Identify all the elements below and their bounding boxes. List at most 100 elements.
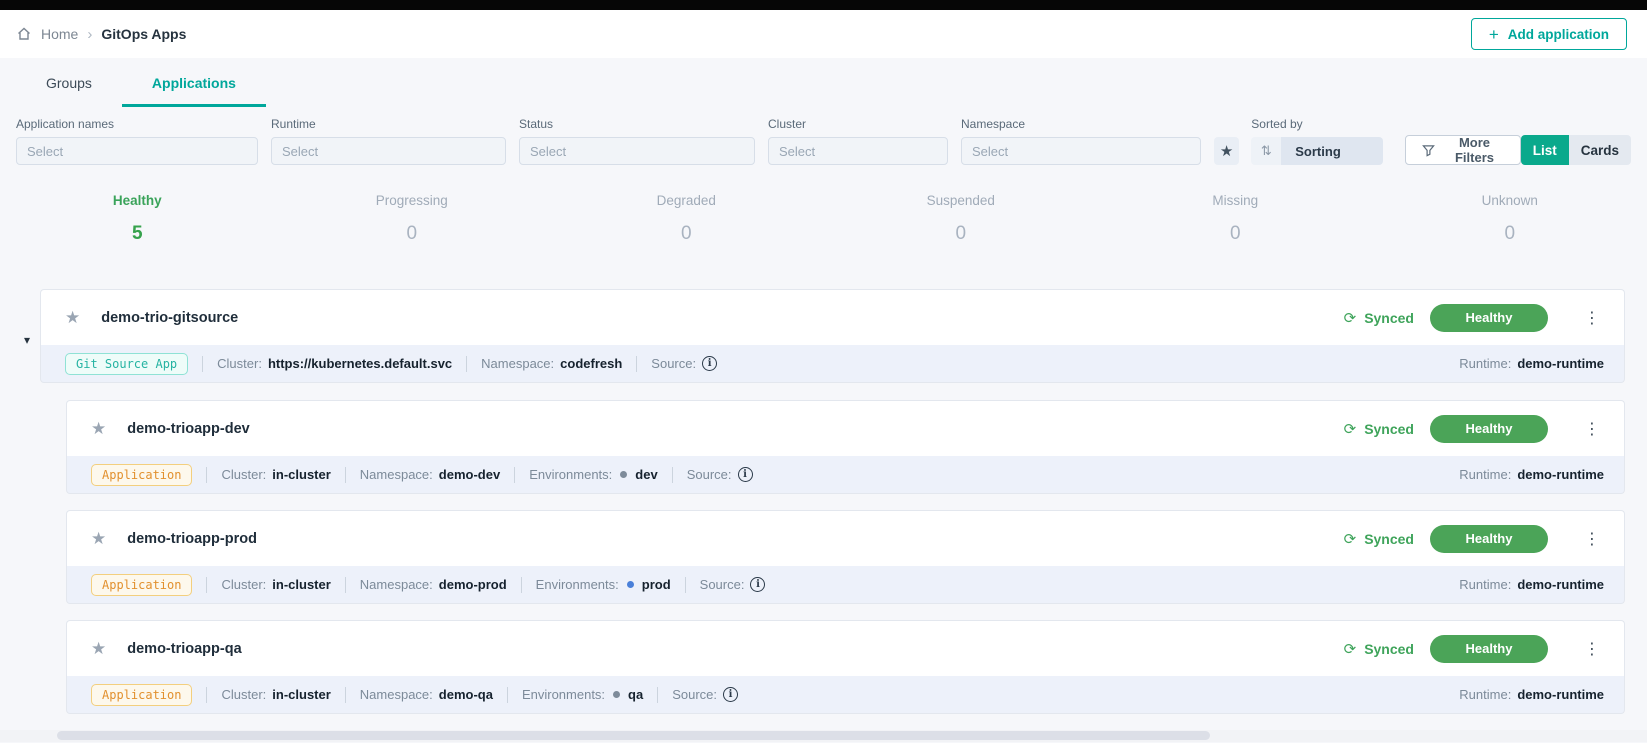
sync-status[interactable]: ⟳ Synced <box>1344 640 1414 658</box>
environments-label: Environments: <box>529 467 612 482</box>
sync-label: Synced <box>1364 310 1414 326</box>
cluster-label: Cluster: <box>221 577 266 592</box>
app-name-link[interactable]: demo-trioapp-qa <box>127 641 241 657</box>
source-field: Source: i <box>687 467 753 482</box>
filter-label: Cluster <box>768 117 948 131</box>
divider <box>507 687 508 703</box>
summary-unknown[interactable]: Unknown 0 <box>1373 193 1647 245</box>
favorite-star-icon[interactable]: ★ <box>65 308 80 328</box>
divider <box>345 687 346 703</box>
app-type-tag: Application <box>91 684 192 706</box>
app-name-link[interactable]: demo-trioapp-prod <box>127 531 257 547</box>
summary-missing[interactable]: Missing 0 <box>1098 193 1373 245</box>
sync-status[interactable]: ⟳ Synced <box>1344 530 1414 548</box>
environment-dot-icon <box>627 581 634 588</box>
runtime-field: Runtime: demo-runtime <box>1459 577 1608 592</box>
cluster-value: https://kubernetes.default.svc <box>268 356 452 371</box>
applications-list: ▾ ★ demo-trio-gitsource ⟳ Synced Healthy… <box>0 289 1647 714</box>
filter-label: Namespace <box>961 117 1201 131</box>
app-row-main[interactable]: ★ demo-trioapp-dev ⟳ Synced Healthy ⋮ <box>66 400 1625 456</box>
favorite-star-icon[interactable]: ★ <box>91 419 106 439</box>
runtime-value: demo-runtime <box>1517 467 1604 482</box>
namespace-field: Namespace: codefresh <box>481 356 622 371</box>
sync-icon: ⟳ <box>1344 309 1357 327</box>
more-filters-button[interactable]: More Filters <box>1405 135 1520 165</box>
runtime-select[interactable] <box>271 137 506 165</box>
health-status-badge[interactable]: Healthy <box>1430 415 1548 443</box>
cluster-value: in-cluster <box>272 687 331 702</box>
home-icon[interactable] <box>16 26 32 42</box>
summary-label: Healthy <box>0 193 275 208</box>
collapse-caret-icon[interactable]: ▾ <box>24 333 30 347</box>
filter-label: Status <box>519 117 755 131</box>
namespace-field: Namespace: demo-dev <box>360 467 500 482</box>
sorting-value[interactable]: Sorting <box>1281 137 1383 165</box>
info-icon[interactable]: i <box>702 356 717 371</box>
summary-suspended[interactable]: Suspended 0 <box>824 193 1099 245</box>
row-status-area: ⟳ Synced Healthy ⋮ <box>1344 304 1600 332</box>
application-names-select[interactable] <box>16 137 258 165</box>
app-name-link[interactable]: demo-trioapp-dev <box>127 421 249 437</box>
app-row-main[interactable]: ★ demo-trioapp-prod ⟳ Synced Healthy ⋮ <box>66 510 1625 566</box>
kebab-menu-icon[interactable]: ⋮ <box>1584 308 1600 327</box>
environments-label: Environments: <box>522 687 605 702</box>
app-row-details: Application Cluster: in-cluster Namespac… <box>66 676 1625 714</box>
info-icon[interactable]: i <box>723 687 738 702</box>
sync-status[interactable]: ⟳ Synced <box>1344 309 1414 327</box>
health-status-badge[interactable]: Healthy <box>1430 304 1548 332</box>
info-icon[interactable]: i <box>738 467 753 482</box>
app-row-demo-trioapp-qa: ★ demo-trioapp-qa ⟳ Synced Healthy ⋮ App… <box>66 620 1625 714</box>
info-icon[interactable]: i <box>750 577 765 592</box>
tab-applications[interactable]: Applications <box>122 60 266 107</box>
runtime-value: demo-runtime <box>1517 577 1604 592</box>
sorted-by-label: Sorted by <box>1251 117 1383 131</box>
scrollbar-thumb[interactable] <box>57 731 1210 740</box>
sort-control: Sorted by ⇅ Sorting <box>1251 117 1383 165</box>
app-row-details: Git Source App Cluster: https://kubernet… <box>40 345 1625 383</box>
summary-progressing[interactable]: Progressing 0 <box>275 193 550 245</box>
namespace-label: Namespace: <box>481 356 554 371</box>
environment-value[interactable]: dev <box>635 467 657 482</box>
divider <box>672 467 673 483</box>
favorite-star-icon[interactable]: ★ <box>91 639 106 659</box>
cluster-select[interactable] <box>768 137 948 165</box>
cards-view-button[interactable]: Cards <box>1569 135 1631 165</box>
environment-value[interactable]: qa <box>628 687 643 702</box>
status-select[interactable] <box>519 137 755 165</box>
summary-healthy[interactable]: Healthy 5 <box>0 193 275 245</box>
tab-groups[interactable]: Groups <box>16 60 122 107</box>
kebab-menu-icon[interactable]: ⋮ <box>1584 419 1600 438</box>
sort-order-icon[interactable]: ⇅ <box>1251 137 1281 165</box>
kebab-menu-icon[interactable]: ⋮ <box>1584 639 1600 658</box>
cluster-value: in-cluster <box>272 467 331 482</box>
horizontal-scrollbar[interactable] <box>0 730 1647 742</box>
kebab-menu-icon[interactable]: ⋮ <box>1584 529 1600 548</box>
divider <box>206 467 207 483</box>
environments-field: Environments: qa <box>522 687 643 702</box>
app-name-link[interactable]: demo-trio-gitsource <box>101 310 238 326</box>
namespace-select[interactable] <box>961 137 1201 165</box>
app-row-main[interactable]: ★ demo-trioapp-qa ⟳ Synced Healthy ⋮ <box>66 620 1625 676</box>
namespace-field: Namespace: demo-qa <box>360 687 493 702</box>
source-label: Source: <box>651 356 696 371</box>
favorites-filter-button[interactable]: ★ <box>1214 137 1239 165</box>
summary-label: Suspended <box>824 193 1099 208</box>
divider <box>345 467 346 483</box>
filter-application-names: Application names <box>16 117 258 165</box>
sorting-dropdown[interactable]: ⇅ Sorting <box>1251 137 1383 165</box>
sync-status[interactable]: ⟳ Synced <box>1344 420 1414 438</box>
favorite-star-icon[interactable]: ★ <box>91 529 106 549</box>
source-field: Source: i <box>700 577 766 592</box>
plus-icon: + <box>1489 26 1499 43</box>
row-status-area: ⟳ Synced Healthy ⋮ <box>1344 635 1600 663</box>
add-application-button[interactable]: + Add application <box>1471 18 1627 50</box>
app-row-main[interactable]: ★ demo-trio-gitsource ⟳ Synced Healthy ⋮ <box>40 289 1625 345</box>
divider <box>202 356 203 372</box>
health-status-badge[interactable]: Healthy <box>1430 635 1548 663</box>
health-status-badge[interactable]: Healthy <box>1430 525 1548 553</box>
list-view-button[interactable]: List <box>1521 135 1569 165</box>
page-header: Home › GitOps Apps + Add application <box>0 10 1647 58</box>
breadcrumb-home-link[interactable]: Home <box>41 26 78 42</box>
summary-degraded[interactable]: Degraded 0 <box>549 193 824 245</box>
environment-value[interactable]: prod <box>642 577 671 592</box>
